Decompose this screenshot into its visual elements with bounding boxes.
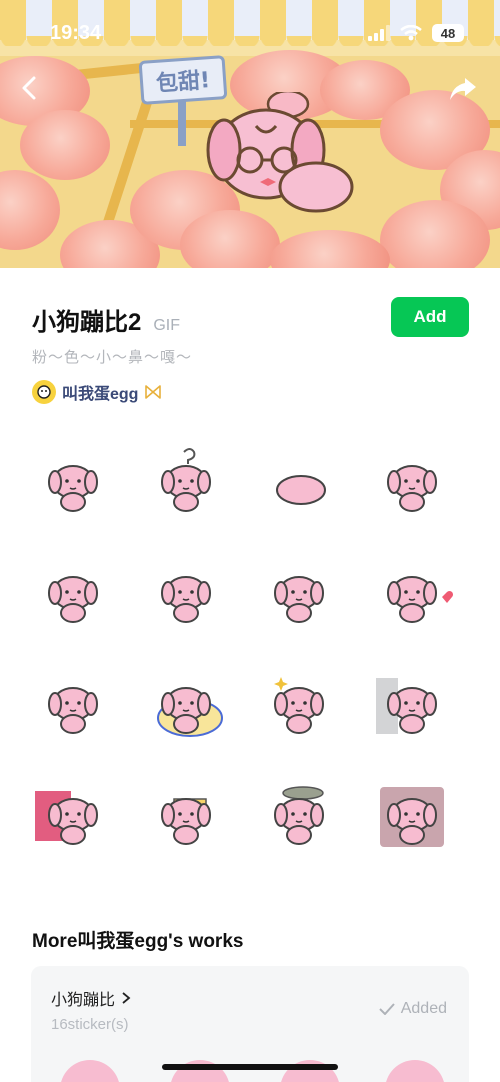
chevron-right-icon [122, 992, 131, 1004]
home-indicator[interactable] [162, 1064, 338, 1070]
more-works-title: More叫我蛋egg's works [32, 931, 244, 952]
sticker-smile[interactable] [133, 539, 246, 650]
sticker-shy[interactable] [359, 428, 472, 539]
status-time: 19:34 [50, 22, 102, 44]
avatar-face-icon [37, 385, 51, 399]
other-pack-name[interactable]: 小狗蹦比 [51, 986, 131, 1010]
wifi-icon [400, 25, 422, 41]
sticker-image [47, 575, 98, 623]
battery-icon: 48 [432, 24, 464, 42]
pack-banner: 包甜! 19:34 48 [0, 0, 500, 268]
sticker-image [386, 575, 453, 623]
creator-ribbon-icon [145, 385, 162, 399]
sticker-ufo[interactable] [246, 761, 359, 872]
sticker-image [275, 474, 326, 505]
share-icon[interactable] [448, 74, 478, 104]
sticker-image [156, 686, 223, 737]
sticker-blanket[interactable] [133, 650, 246, 761]
add-button[interactable]: Add [391, 297, 469, 337]
sign-post [178, 98, 186, 146]
sticker-image [160, 575, 211, 623]
sticker-image [273, 575, 324, 623]
status-icons: 48 [368, 24, 464, 42]
pack-title-row: 小狗蹦比2 GIF [32, 302, 180, 337]
sticker-heart[interactable] [359, 539, 472, 650]
sticker-image [273, 676, 324, 734]
sticker-grumpy[interactable] [246, 539, 359, 650]
sticker-image [34, 790, 98, 845]
sticker-image [160, 797, 211, 845]
sticker-image [47, 686, 98, 734]
peach [20, 110, 110, 180]
sticker-cake[interactable] [133, 761, 246, 872]
sticker-glasses[interactable] [20, 539, 133, 650]
gif-tag: GIF [153, 317, 181, 334]
banner-dog-illustration [206, 92, 354, 213]
sticker-grid [0, 428, 500, 872]
back-arrow-icon[interactable] [16, 74, 44, 102]
author-name: 叫我蛋egg [62, 386, 139, 403]
sticker-window[interactable] [359, 761, 472, 872]
sticker-image [375, 677, 437, 734]
sticker-image [273, 785, 324, 845]
pack-subtitle: 粉～色～小～鼻～嘎～ [32, 349, 193, 366]
added-status: Added [379, 1000, 447, 1018]
other-pack-count: 16sticker(s) [51, 1016, 129, 1033]
sticker-pout[interactable] [20, 650, 133, 761]
signal-icon [368, 25, 390, 41]
sticker-image [47, 464, 98, 512]
sticker-sparkle[interactable] [246, 650, 359, 761]
check-icon [379, 1003, 395, 1015]
pack-title: 小狗蹦比2 [32, 309, 142, 336]
sticker-image [386, 464, 437, 512]
added-label: Added [400, 1000, 447, 1017]
sticker-image [379, 786, 444, 847]
author-link[interactable]: 叫我蛋egg [32, 380, 162, 404]
sticker-crying[interactable] [20, 428, 133, 539]
sticker-doorway[interactable] [20, 761, 133, 872]
sticker-lying[interactable] [246, 428, 359, 539]
sticker-image [160, 447, 211, 512]
other-pack-label: 小狗蹦比 [51, 992, 116, 1009]
author-avatar [32, 380, 56, 404]
sticker-question[interactable] [133, 428, 246, 539]
sticker-door-peek[interactable] [359, 650, 472, 761]
